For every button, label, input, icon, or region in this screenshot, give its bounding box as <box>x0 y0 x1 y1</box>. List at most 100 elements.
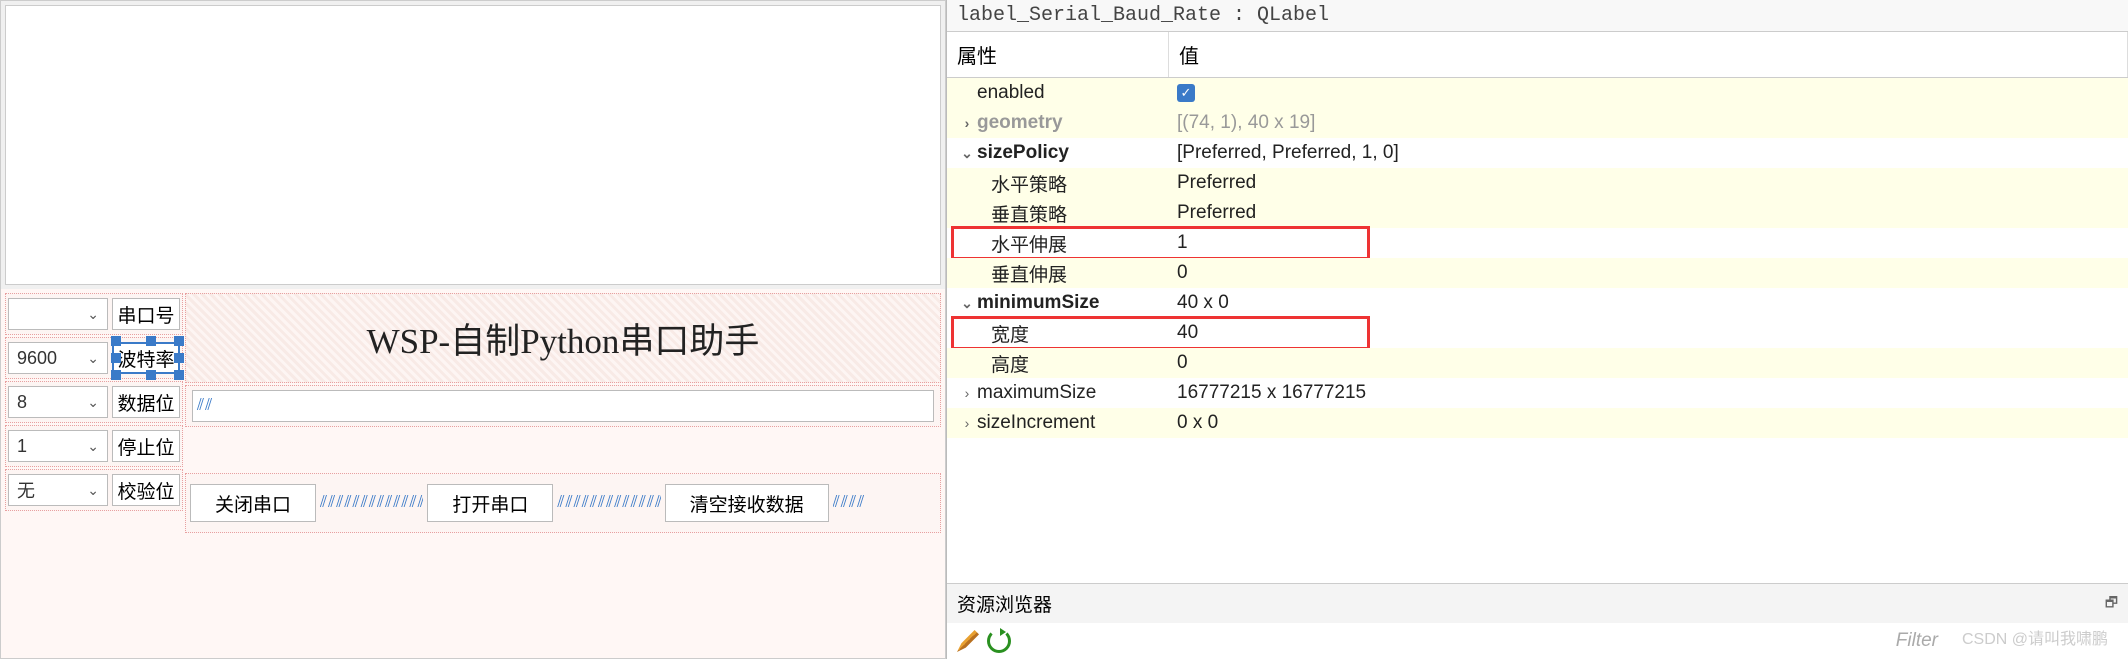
stopbits-row: 1 ⌄ 停止位 <box>5 425 183 467</box>
spacer-icon: ⫽⫽ <box>197 397 213 415</box>
form-layout-area: ⌄ 串口号 9600 ⌄ 波特率 8 <box>1 289 945 658</box>
prop-minsize[interactable]: ⌄minimumSize 40 x 0 <box>947 288 2128 318</box>
chevron-down-icon[interactable]: ⌄ <box>957 295 977 312</box>
prop-name: sizeIncrement <box>977 412 1095 434</box>
prop-value: [(74, 1), 40 x 19] <box>1169 112 2128 134</box>
stopbits-combo[interactable]: 1 ⌄ <box>8 430 108 462</box>
reload-icon[interactable] <box>987 629 1011 653</box>
parity-combo[interactable]: 无 ⌄ <box>8 474 108 506</box>
chevron-down-icon[interactable]: ⌄ <box>957 145 977 162</box>
chevron-down-icon: ⌄ <box>87 350 99 367</box>
prop-value[interactable]: 1 <box>1169 232 2128 254</box>
prop-vstretch[interactable]: 垂直伸展 0 <box>947 258 2128 288</box>
resource-toolbar: Filter <box>947 623 2128 659</box>
prop-name: 水平伸展 <box>991 230 1067 257</box>
selection-handle[interactable] <box>174 353 184 363</box>
clear-receive-button[interactable]: 清空接收数据 <box>665 484 829 522</box>
app-title: WSP-自制Python串口助手 <box>367 313 760 364</box>
selection-handle[interactable] <box>111 336 121 346</box>
header-property: 属性 <box>947 32 1169 77</box>
horizontal-spacer: ⫽⫽⫽⫽⫽⫽⫽⫽⫽⫽⫽⫽⫽⫽⫽⫽⫽⫽⫽⫽⫽⫽ <box>557 494 660 512</box>
prop-value: 0 x 0 <box>1169 412 2128 434</box>
edit-icon[interactable] <box>957 630 979 652</box>
prop-value: 16777215 x 16777215 <box>1169 382 2128 404</box>
databits-row: 8 ⌄ 数据位 <box>5 381 183 423</box>
selection-handle[interactable] <box>174 336 184 346</box>
chevron-down-icon: ⌄ <box>87 438 99 455</box>
prop-value[interactable]: Preferred <box>1169 172 2128 194</box>
dock-icon[interactable]: 🗗 <box>2105 592 2118 616</box>
designer-canvas-pane: ⌄ 串口号 9600 ⌄ 波特率 8 <box>0 0 946 659</box>
prop-value[interactable]: 40 <box>1169 322 2128 344</box>
databits-label: 数据位 <box>112 386 180 418</box>
comport-row: ⌄ 串口号 <box>5 293 183 335</box>
empty-canvas <box>5 5 941 285</box>
chevron-right-icon[interactable]: › <box>957 385 977 401</box>
spacer-row <box>185 429 941 471</box>
chevron-right-icon[interactable]: › <box>957 415 977 431</box>
form-left-column: ⌄ 串口号 9600 ⌄ 波特率 8 <box>5 293 183 654</box>
prop-name: 宽度 <box>991 320 1029 347</box>
property-table: 属性 值 enabled ✓ ›geometry [(74, 1), 40 x … <box>947 32 2128 583</box>
prop-value[interactable]: Preferred <box>1169 202 2128 224</box>
prop-name: maximumSize <box>977 382 1096 404</box>
resource-browser-title: 资源浏览器 <box>957 590 1052 617</box>
watermark: CSDN @请叫我啸鹏 <box>1962 625 2108 649</box>
selection-handle[interactable] <box>146 336 156 346</box>
prop-name: 水平策略 <box>991 170 1067 197</box>
prop-sizeinc[interactable]: ›sizeIncrement 0 x 0 <box>947 408 2128 438</box>
horizontal-spacer: ⫽⫽⫽⫽ <box>833 494 936 512</box>
prop-maxsize[interactable]: ›maximumSize 16777215 x 16777215 <box>947 378 2128 408</box>
selection-handle[interactable] <box>146 370 156 380</box>
prop-hstretch[interactable]: 水平伸展 1 <box>947 228 2128 258</box>
prop-value[interactable]: 0 <box>1169 352 2128 374</box>
prop-name: minimumSize <box>977 292 1099 314</box>
button-row: 关闭串口 ⫽⫽⫽⫽⫽⫽⫽⫽⫽⫽⫽⫽⫽⫽⫽⫽⫽⫽⫽⫽⫽⫽ 打开串口 ⫽⫽⫽⫽⫽⫽⫽… <box>185 473 941 533</box>
databits-combo[interactable]: 8 ⌄ <box>8 386 108 418</box>
selection-handle[interactable] <box>174 370 184 380</box>
property-header: 属性 值 <box>947 32 2128 78</box>
textedit-row: ⫽⫽ <box>185 385 941 427</box>
prop-vpolicy[interactable]: 垂直策略 Preferred <box>947 198 2128 228</box>
selection-handle[interactable] <box>111 353 121 363</box>
baudrate-row: 9600 ⌄ 波特率 <box>5 337 183 379</box>
form-right-column: WSP-自制Python串口助手 ⫽⫽ 关闭串口 ⫽⫽⫽⫽⫽⫽⫽⫽⫽⫽⫽⫽⫽⫽⫽… <box>185 293 941 654</box>
prop-name: sizePolicy <box>977 142 1069 164</box>
open-port-button[interactable]: 打开串口 <box>427 484 553 522</box>
prop-height[interactable]: 高度 0 <box>947 348 2128 378</box>
prop-sizepolicy[interactable]: ⌄sizePolicy [Preferred, Preferred, 1, 0] <box>947 138 2128 168</box>
prop-width[interactable]: 宽度 40 <box>947 318 2128 348</box>
chevron-down-icon: ⌄ <box>87 394 99 411</box>
stopbits-value: 1 <box>17 436 27 457</box>
databits-value: 8 <box>17 392 27 413</box>
prop-value: [Preferred, Preferred, 1, 0] <box>1169 142 2128 164</box>
chevron-right-icon[interactable]: › <box>957 115 977 131</box>
parity-row: 无 ⌄ 校验位 <box>5 469 183 511</box>
baudrate-combo[interactable]: 9600 ⌄ <box>8 342 108 374</box>
object-label: label_Serial_Baud_Rate : QLabel <box>947 0 2128 32</box>
prop-value[interactable]: 0 <box>1169 262 2128 284</box>
receive-textedit[interactable]: ⫽⫽ <box>192 390 934 422</box>
close-port-button[interactable]: 关闭串口 <box>190 484 316 522</box>
resource-browser-header[interactable]: 资源浏览器 🗗 <box>947 583 2128 623</box>
prop-hpolicy[interactable]: 水平策略 Preferred <box>947 168 2128 198</box>
selection-handle[interactable] <box>111 370 121 380</box>
comport-label: 串口号 <box>112 298 180 330</box>
header-value: 值 <box>1169 32 2128 77</box>
prop-name: enabled <box>977 82 1045 104</box>
prop-geometry[interactable]: ›geometry [(74, 1), 40 x 19] <box>947 108 2128 138</box>
prop-enabled[interactable]: enabled ✓ <box>947 78 2128 108</box>
prop-value: 40 x 0 <box>1169 292 2128 314</box>
baudrate-value: 9600 <box>17 348 57 369</box>
chevron-down-icon: ⌄ <box>87 482 99 499</box>
comport-combo[interactable]: ⌄ <box>8 298 108 330</box>
prop-name: 垂直伸展 <box>991 260 1067 287</box>
prop-name: geometry <box>977 112 1063 134</box>
parity-value: 无 <box>17 477 35 503</box>
prop-name: 垂直策略 <box>991 200 1067 227</box>
chevron-down-icon: ⌄ <box>87 306 99 323</box>
checkbox-checked-icon[interactable]: ✓ <box>1177 84 1195 102</box>
stopbits-label: 停止位 <box>112 430 180 462</box>
parity-label: 校验位 <box>112 474 180 506</box>
prop-name: 高度 <box>991 350 1029 377</box>
